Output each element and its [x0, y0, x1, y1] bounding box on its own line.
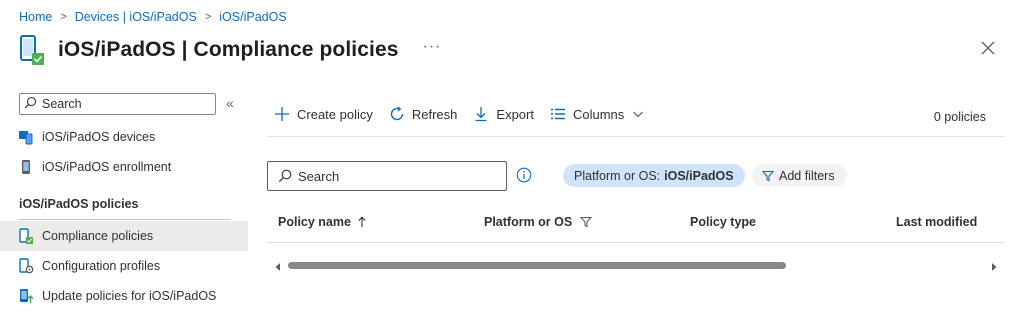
column-header-label: Policy name [278, 215, 351, 229]
configuration-icon [18, 258, 34, 274]
column-header-platform[interactable]: Platform or OS [484, 215, 593, 229]
phone-icon [18, 159, 34, 175]
scroll-right-arrow-icon[interactable] [990, 260, 998, 275]
scroll-left-arrow-icon[interactable] [274, 260, 282, 275]
sidebar-item-configuration-profiles[interactable]: Configuration profiles [0, 251, 248, 281]
sidebar-item-label: iOS/iPadOS enrollment [42, 160, 172, 174]
column-header-policy-type[interactable]: Policy type [690, 215, 756, 229]
plus-icon [274, 106, 290, 122]
add-filters-label: Add filters [779, 168, 835, 183]
sidebar-item-label: Compliance policies [42, 229, 154, 243]
sort-ascending-icon [357, 216, 367, 228]
policy-search-input[interactable] [298, 168, 498, 184]
sidebar-section-title: iOS/iPadOS policies [19, 197, 139, 211]
sidebar-item-update-policies[interactable]: Update policies for iOS/iPadOS [0, 281, 248, 311]
sidebar-item-label: Update policies for iOS/iPadOS [42, 289, 217, 303]
chevron-down-icon [632, 108, 644, 120]
sidebar-item-label: Configuration profiles [42, 259, 161, 273]
breadcrumb-separator: > [60, 11, 67, 23]
horizontal-scrollbar-thumb[interactable] [288, 262, 786, 269]
filter-icon [762, 170, 774, 182]
column-header-last-modified[interactable]: Last modified [896, 215, 977, 229]
compliance-icon [18, 228, 34, 244]
breadcrumb-home[interactable]: Home [19, 10, 52, 24]
sidebar-search-input[interactable] [42, 97, 202, 111]
column-header-policy-name[interactable]: Policy name [278, 215, 367, 229]
sidebar-item-compliance-policies[interactable]: Compliance policies [0, 221, 248, 251]
divider [19, 219, 231, 220]
create-policy-label: Create policy [297, 106, 373, 122]
filter-icon [580, 216, 593, 228]
breadcrumb-ios[interactable]: iOS/iPadOS [219, 10, 286, 24]
search-icon [278, 169, 292, 183]
devices-icon [18, 129, 34, 145]
sidebar-item-ios-devices[interactable]: iOS/iPadOS devices [0, 122, 248, 152]
breadcrumb: Home > Devices | iOS/iPadOS > iOS/iPadOS [19, 10, 287, 24]
platform-filter-prefix: Platform or OS: [574, 168, 661, 183]
download-icon [473, 106, 489, 122]
page-title: iOS/iPadOS | Compliance policies [58, 38, 399, 61]
policy-search-box[interactable] [267, 161, 507, 191]
policy-count: 0 policies [933, 110, 986, 124]
export-button[interactable]: Export [473, 106, 534, 122]
refresh-label: Refresh [411, 106, 458, 122]
add-filters-button[interactable]: Add filters [752, 164, 847, 187]
columns-button[interactable]: Columns [550, 106, 644, 122]
create-policy-button[interactable]: Create policy [274, 106, 373, 122]
info-icon[interactable] [516, 167, 532, 186]
column-header-label: Last modified [896, 215, 978, 229]
platform-filter-pill[interactable]: Platform or OS: iOS/iPadOS [563, 164, 745, 187]
ios-compliance-icon [18, 33, 46, 67]
divider [267, 136, 1004, 137]
sidebar-item-label: iOS/iPadOS devices [42, 130, 156, 144]
collapse-sidebar-button[interactable]: « [226, 95, 234, 111]
more-options-button[interactable]: ··· [423, 38, 442, 56]
sidebar-search[interactable] [19, 93, 216, 115]
refresh-button[interactable]: Refresh [389, 106, 458, 122]
export-label: Export [496, 106, 534, 122]
search-icon [24, 96, 37, 112]
sidebar-item-ios-enrollment[interactable]: iOS/iPadOS enrollment [0, 152, 248, 182]
columns-label: Columns [572, 106, 625, 122]
columns-icon [550, 106, 566, 122]
platform-filter-value: iOS/iPadOS [664, 168, 734, 183]
breadcrumb-devices-ios[interactable]: Devices | iOS/iPadOS [75, 10, 197, 24]
column-header-label: Policy type [690, 215, 756, 229]
breadcrumb-separator: > [204, 11, 212, 23]
refresh-icon [389, 106, 405, 122]
divider [267, 242, 1004, 243]
column-header-label: Platform or OS [484, 215, 573, 229]
close-icon[interactable] [978, 38, 998, 58]
command-bar: Create policy Refresh Export Columns [274, 106, 660, 122]
update-icon [18, 288, 34, 304]
page-header: iOS/iPadOS | Compliance policies ··· [18, 33, 442, 67]
